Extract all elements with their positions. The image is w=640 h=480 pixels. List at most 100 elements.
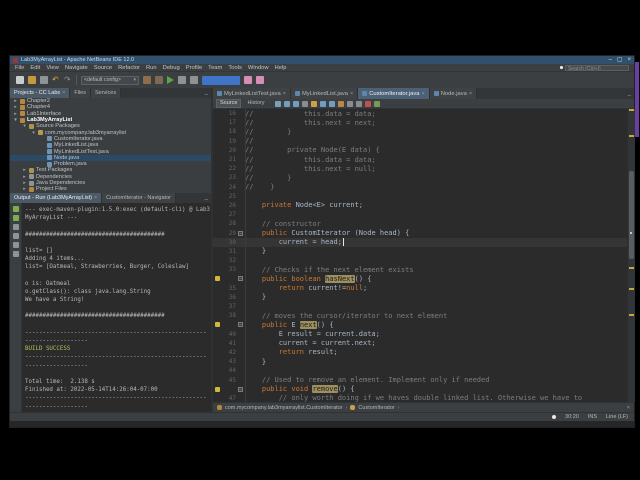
- expander-icon[interactable]: ▸: [13, 104, 18, 110]
- editor-tab-node-java[interactable]: Node.java ×: [429, 88, 478, 99]
- error-stripe-scrollbar[interactable]: [627, 109, 635, 402]
- new-file-icon[interactable]: [16, 76, 24, 84]
- breadcrumb-segment[interactable]: CustomIterator: [358, 405, 394, 411]
- clear-output-icon[interactable]: [12, 233, 19, 239]
- code-editor[interactable]: 16 // this.data = data; 17 // this.next = n…: [213, 109, 627, 402]
- editor-tab-customiterator-java[interactable]: CustomIterator.java ×: [358, 88, 430, 99]
- expander-icon[interactable]: ▸: [22, 180, 27, 186]
- breadcrumb-segment[interactable]: com.mycompany.lab3myarraylist.CustomIter…: [225, 405, 343, 411]
- expander-icon[interactable]: ▾: [22, 123, 27, 129]
- toggle-highlight-icon[interactable]: [310, 100, 317, 107]
- profile-project-icon[interactable]: [190, 76, 198, 84]
- editor-tab-mylinkedlisttest-java[interactable]: MyLinkedListTest.java ×: [213, 88, 291, 99]
- warning-stripe-mark[interactable]: [629, 314, 634, 316]
- start-macro-icon[interactable]: [364, 100, 371, 107]
- expander-icon[interactable]: ▸: [13, 98, 18, 104]
- debug-project-icon[interactable]: [178, 76, 186, 84]
- menu-run[interactable]: Run: [146, 65, 157, 71]
- reset-profiler-results-icon[interactable]: [256, 76, 264, 84]
- toolbar-selected-button[interactable]: [202, 75, 240, 85]
- close-tab-icon[interactable]: ×: [422, 91, 425, 97]
- expander-icon[interactable]: ▸: [22, 186, 27, 192]
- menu-source[interactable]: Source: [94, 65, 112, 71]
- projects-tree[interactable]: ▸ Chapter2 ▸ Chapter4 ▸ Lab1Interface ▾ Lab3MyA…: [10, 98, 211, 193]
- quick-search-input[interactable]: Search (Ctrl+I): [565, 64, 629, 71]
- menu-navigate[interactable]: Navigate: [65, 65, 88, 71]
- toggle-bookmark-icon[interactable]: [337, 100, 344, 107]
- rerun-with-different-params-icon[interactable]: [12, 215, 19, 221]
- rerun-icon[interactable]: [12, 206, 19, 212]
- close-breadcrumb-icon[interactable]: ×: [627, 405, 630, 411]
- warning-stripe-mark[interactable]: [629, 109, 634, 111]
- tab-services[interactable]: Services: [91, 88, 122, 98]
- stop-macro-icon[interactable]: [373, 100, 380, 107]
- tab-files[interactable]: Files: [70, 88, 91, 98]
- shift-right-icon[interactable]: [355, 100, 362, 107]
- console-line: Total time: 2.138 s: [25, 378, 95, 385]
- undo-icon[interactable]: ↶: [52, 76, 60, 84]
- redo-icon[interactable]: ↷: [64, 76, 72, 84]
- menu-tools[interactable]: Tools: [228, 65, 242, 71]
- menu-help[interactable]: Help: [275, 65, 287, 71]
- tab-projects-cc-labs[interactable]: Projects - CC Labs ×: [10, 88, 71, 98]
- editor-tab-mylinkedlist-java[interactable]: MyLinkedList.java ×: [290, 88, 359, 99]
- find-selection-icon[interactable]: [301, 100, 308, 107]
- jump-forward-icon[interactable]: [292, 100, 299, 107]
- run-project-icon[interactable]: [167, 76, 174, 84]
- maximize-window-icon[interactable]: ▢: [617, 57, 623, 63]
- warning-stripe-mark[interactable]: [629, 267, 634, 269]
- next-bookmark-icon[interactable]: [328, 100, 335, 107]
- warning-gutter-icon[interactable]: [213, 386, 222, 392]
- expander-icon[interactable]: ▾: [13, 117, 18, 123]
- close-tab-icon[interactable]: ×: [94, 195, 97, 201]
- close-tab-icon[interactable]: ×: [469, 91, 472, 97]
- fold-toggle-icon[interactable]: −: [236, 322, 245, 328]
- open-project-icon[interactable]: [28, 76, 36, 84]
- menu-window[interactable]: Window: [248, 65, 269, 71]
- tab-output-run-lab3myarraylist-[interactable]: Output - Run (Lab3MyArrayList) ×: [10, 193, 103, 203]
- shift-left-icon[interactable]: [346, 100, 353, 107]
- menu-file[interactable]: File: [15, 65, 24, 71]
- stop-build-icon[interactable]: [12, 224, 19, 230]
- history-view-button[interactable]: History: [244, 100, 267, 107]
- menu-debug[interactable]: Debug: [163, 65, 180, 71]
- close-tab-icon[interactable]: ×: [350, 91, 353, 97]
- menu-edit[interactable]: Edit: [30, 65, 40, 71]
- output-settings-icon[interactable]: [12, 251, 19, 257]
- previous-bookmark-icon[interactable]: [319, 100, 326, 107]
- last-edit-icon[interactable]: [274, 100, 281, 107]
- expander-icon[interactable]: ▾: [31, 130, 36, 136]
- config-select[interactable]: <default config> ▾: [81, 75, 139, 85]
- build-project-icon[interactable]: [143, 76, 151, 84]
- warning-stripe-mark[interactable]: [629, 288, 634, 290]
- menu-view[interactable]: View: [46, 65, 58, 71]
- close-window-icon[interactable]: ×: [627, 57, 631, 63]
- fold-toggle-icon[interactable]: −: [236, 276, 245, 282]
- menu-team[interactable]: Team: [208, 65, 222, 71]
- menu-refactor[interactable]: Refactor: [118, 65, 140, 71]
- close-tab-icon[interactable]: ×: [62, 90, 65, 96]
- notifications-icon[interactable]: [552, 415, 557, 419]
- warning-gutter-icon[interactable]: [213, 276, 222, 282]
- filter-output-icon[interactable]: [12, 242, 19, 248]
- scrollbar-thumb[interactable]: [629, 171, 634, 259]
- tab-customiterator-navigator[interactable]: CustomIterator - Navigator: [102, 193, 176, 203]
- clean-build-project-icon[interactable]: [155, 76, 163, 84]
- expander-icon[interactable]: ▸: [22, 167, 27, 173]
- menu-profile[interactable]: Profile: [186, 65, 202, 71]
- warning-stripe-mark[interactable]: [629, 135, 634, 137]
- fold-toggle-icon[interactable]: −: [236, 230, 245, 236]
- tree-item-project-files[interactable]: ▸ Project Files: [10, 186, 211, 192]
- fold-toggle-icon[interactable]: −: [236, 386, 245, 392]
- expander-icon[interactable]: ▸: [22, 174, 27, 180]
- minimize-window-icon[interactable]: –: [608, 57, 611, 63]
- source-view-button[interactable]: Source: [216, 99, 242, 108]
- output-console[interactable]: --- exec-maven-plugin:1.5.0:exec (defaul…: [22, 203, 211, 412]
- jump-back-icon[interactable]: [283, 100, 290, 107]
- warning-gutter-icon[interactable]: [213, 322, 222, 328]
- profiler-snapshot-icon[interactable]: [244, 76, 252, 84]
- close-tab-icon[interactable]: ×: [283, 91, 286, 97]
- expander-icon[interactable]: ▸: [13, 111, 18, 117]
- save-all-icon[interactable]: [40, 76, 48, 84]
